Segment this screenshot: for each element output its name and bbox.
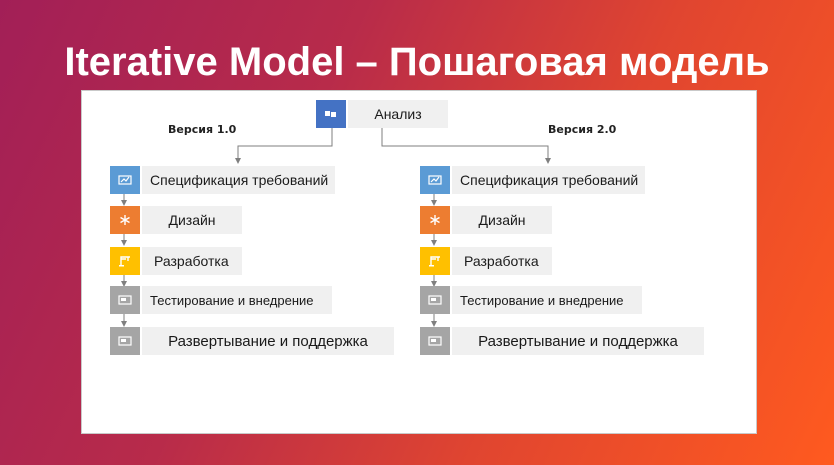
v2-step-dev: Разработка — [420, 247, 580, 275]
v1-step-test: Тестирование и внедрение — [110, 286, 360, 314]
asterisk-icon — [110, 206, 140, 234]
v1-step-design: Дизайн — [110, 206, 270, 234]
step-label: Дизайн — [142, 206, 242, 234]
v2-step-design: Дизайн — [420, 206, 580, 234]
root-label: Анализ — [348, 100, 448, 128]
root-node: Анализ — [316, 100, 448, 128]
v2-step-test: Тестирование и внедрение — [420, 286, 670, 314]
v2-step-deploy: Развертывание и поддержка — [420, 327, 704, 355]
flag-icon — [316, 100, 346, 128]
v1-step-spec: Спецификация требований — [110, 166, 360, 194]
v1-step-deploy: Развертывание и поддержка — [110, 327, 394, 355]
version-label-2: Версия 2.0 — [548, 123, 617, 136]
screen-icon — [110, 286, 140, 314]
step-label: Разработка — [452, 247, 552, 275]
slide-title: Iterative Model – Пошаговая модель — [64, 40, 770, 84]
step-label: Дизайн — [452, 206, 552, 234]
chart-icon — [110, 166, 140, 194]
step-label: Тестирование и внедрение — [142, 286, 332, 314]
version-label-1: Версия 1.0 — [168, 123, 237, 136]
screen-icon — [420, 327, 450, 355]
chart-icon — [420, 166, 450, 194]
step-label: Спецификация требований — [142, 166, 335, 194]
screen-icon — [110, 327, 140, 355]
crane-icon — [110, 247, 140, 275]
step-label: Тестирование и внедрение — [452, 286, 642, 314]
v1-step-dev: Разработка — [110, 247, 270, 275]
step-label: Разработка — [142, 247, 242, 275]
diagram-panel: Анализ Версия 1.0 Версия 2.0 Спецификаци… — [81, 90, 757, 434]
step-label: Развертывание и поддержка — [142, 327, 394, 355]
v2-step-spec: Спецификация требований — [420, 166, 670, 194]
asterisk-icon — [420, 206, 450, 234]
crane-icon — [420, 247, 450, 275]
step-label: Спецификация требований — [452, 166, 645, 194]
step-label: Развертывание и поддержка — [452, 327, 704, 355]
screen-icon — [420, 286, 450, 314]
